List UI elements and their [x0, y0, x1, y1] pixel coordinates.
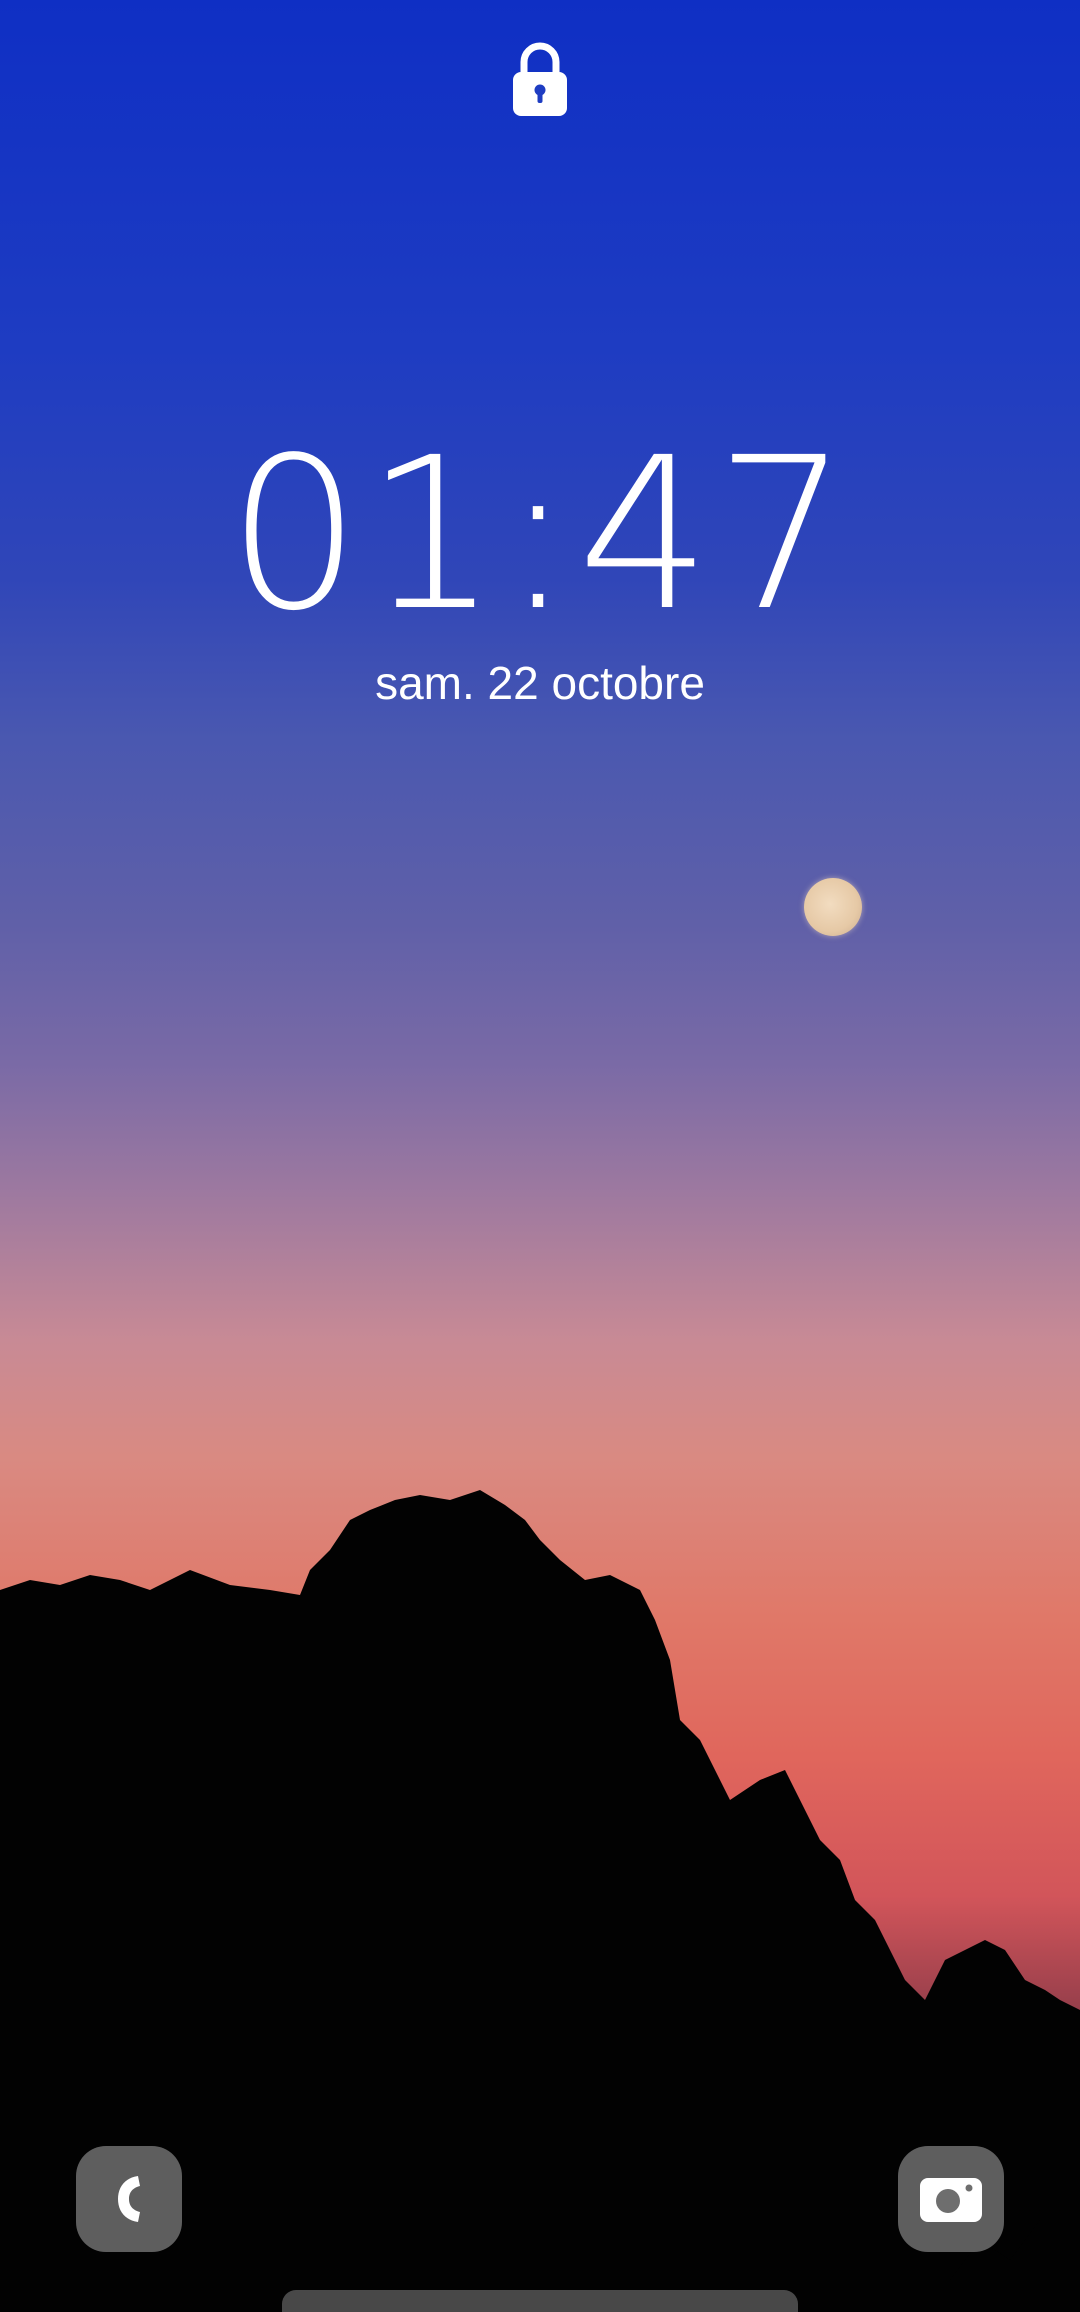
phone-shortcut-button[interactable] — [76, 2146, 182, 2252]
moon-image — [804, 878, 862, 936]
camera-shortcut-button[interactable] — [898, 2146, 1004, 2252]
lock-icon — [513, 42, 567, 116]
lockscreen-clock: 01:47 — [227, 412, 853, 657]
lockscreen-date: sam. 22 octobre — [375, 657, 705, 709]
camera-icon — [920, 2178, 982, 2222]
navigation-handle[interactable] — [282, 2290, 798, 2312]
phone-icon — [118, 2176, 140, 2222]
lock-screen[interactable]: 01:47 sam. 22 octobre — [0, 0, 1080, 2312]
